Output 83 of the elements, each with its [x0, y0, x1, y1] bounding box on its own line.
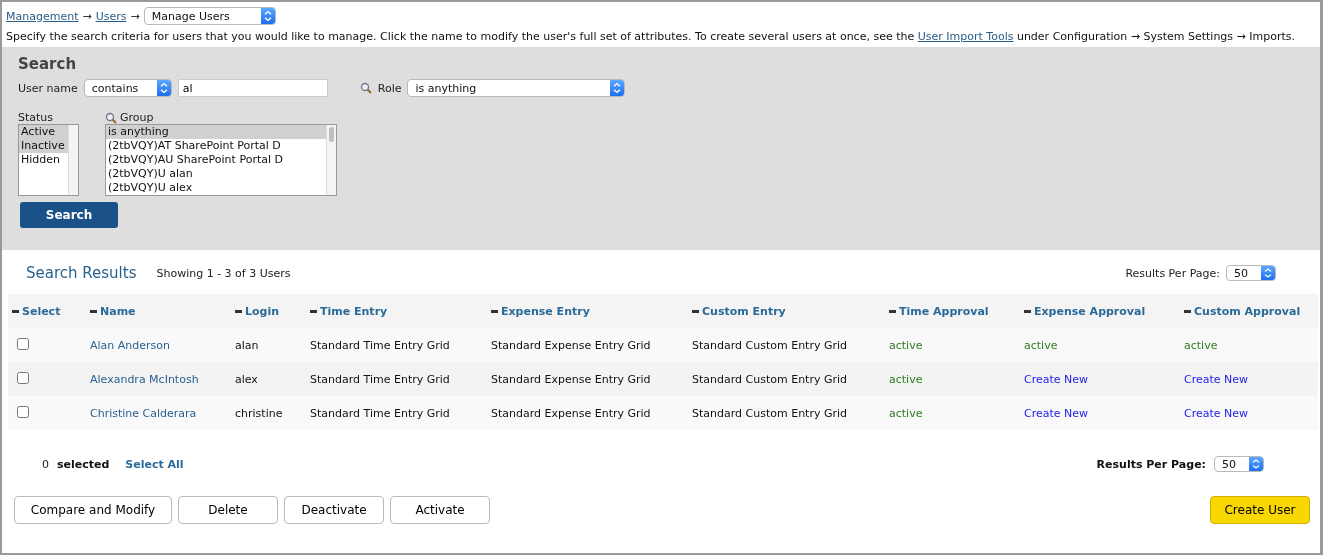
column-header[interactable]: Expense Approval [1020, 294, 1180, 328]
page-select[interactable]: Manage Users [143, 7, 276, 25]
table-cell: Standard Time Entry Grid [310, 406, 450, 420]
breadcrumb-separator: → [130, 9, 140, 23]
status-option[interactable]: Inactive [19, 139, 68, 153]
create-new-link[interactable]: Create New [1024, 372, 1089, 386]
table-cell: Standard Expense Entry Grid [491, 406, 651, 420]
intro-text: Specify the search criteria for users that you would like to manage. Click the name to modify the user's full set of attributes. To create several users at once, see the User Import Tools under Configuration → System Settings → Imports. [5, 29, 1297, 45]
status-option[interactable]: Active [19, 125, 68, 139]
username-field[interactable]: al [177, 79, 328, 97]
status-text: active [889, 338, 923, 352]
column-header[interactable]: Select [8, 294, 86, 328]
per-page-label: Results Per Page: [1096, 457, 1206, 471]
column-header[interactable]: Name [86, 294, 231, 328]
column-header[interactable]: Login [231, 294, 306, 328]
column-header[interactable]: Custom Entry [688, 294, 885, 328]
results-heading: Search Results [26, 264, 137, 282]
per-page-select[interactable]: 50 [1214, 456, 1264, 472]
user-name-link[interactable]: Christine Calderara [90, 406, 197, 420]
table-cell: Standard Expense Entry Grid [491, 338, 651, 352]
table-cell: Standard Custom Entry Grid [692, 372, 848, 386]
status-text: active [1184, 338, 1218, 352]
search-icon [359, 82, 372, 94]
role-select[interactable]: is anything [407, 79, 626, 97]
status-text: active [1024, 338, 1058, 352]
status-text: active [889, 372, 923, 386]
status-text: active [889, 406, 923, 420]
import-tools-link[interactable]: User Import Tools [917, 30, 1014, 43]
username-label: User name [18, 81, 78, 95]
row-checkbox[interactable] [17, 405, 29, 418]
scrollbar[interactable] [68, 125, 78, 195]
role-label: Role [377, 81, 402, 95]
group-option[interactable]: (2tbVQY)AT SharePoint Portal D [106, 139, 326, 153]
status-option[interactable]: Hidden [19, 153, 68, 167]
table-cell: Standard Custom Entry Grid [692, 338, 848, 352]
breadcrumb-link[interactable]: Management [6, 9, 79, 23]
status-label: Status [18, 111, 55, 124]
row-checkbox[interactable] [17, 371, 29, 384]
dropdown-arrow-icon [610, 80, 625, 96]
search-heading: Search [18, 55, 78, 73]
group-option[interactable]: (2tbVQY)U alex [106, 181, 326, 195]
status-listbox[interactable]: Active Inactive Hidden [18, 124, 79, 196]
table-cell: Standard Time Entry Grid [310, 338, 450, 352]
group-listbox[interactable]: is anything (2tbVQY)AT SharePoint Portal D (2tbVQY)AU SharePoint Portal D (2tbVQY)U alan (2tbVQY)U alex [105, 124, 337, 196]
create-new-link[interactable]: Create New [1184, 372, 1249, 386]
group-option[interactable]: (2tbVQY)U alan [106, 167, 326, 181]
search-button[interactable]: Search [20, 202, 118, 228]
select-all-link[interactable]: Select All [125, 457, 184, 471]
group-label: Group [120, 111, 154, 124]
action-button[interactable]: Delete [178, 496, 278, 524]
table-cell: christine [235, 406, 283, 420]
operator-select[interactable]: contains [83, 79, 172, 97]
create-new-link[interactable]: Create New [1184, 406, 1249, 420]
group-option[interactable]: (2tbVQY)AU SharePoint Portal D [106, 153, 326, 167]
breadcrumb-separator: → [82, 9, 92, 23]
column-header[interactable]: Custom Approval [1180, 294, 1318, 328]
scrollbar-thumb[interactable] [329, 127, 334, 142]
column-header[interactable]: Time Entry [306, 294, 487, 328]
create-user-button[interactable]: Create User [1210, 496, 1310, 524]
table-cell: Standard Expense Entry Grid [491, 372, 651, 386]
action-button[interactable]: Deactivate [284, 496, 384, 524]
action-button[interactable]: Compare and Modify [14, 496, 172, 524]
group-option[interactable]: is anything [106, 125, 326, 139]
table-cell: Standard Custom Entry Grid [692, 406, 848, 420]
user-name-link[interactable]: Alan Anderson [90, 338, 170, 352]
column-header[interactable]: Expense Entry [487, 294, 688, 328]
create-new-link[interactable]: Create New [1024, 406, 1089, 420]
selected-label: selected [57, 457, 110, 471]
dropdown-arrow-icon [1249, 457, 1263, 471]
column-header[interactable]: Time Approval [885, 294, 1020, 328]
table-cell: alex [235, 372, 258, 386]
action-button[interactable]: Activate [390, 496, 490, 524]
results-count: Showing 1 - 3 of 3 Users [156, 266, 291, 280]
breadcrumb-link[interactable]: Users [95, 9, 127, 23]
search-icon [105, 111, 117, 124]
table-cell: Standard Time Entry Grid [310, 372, 450, 386]
table-cell: alan [235, 338, 259, 352]
per-page-select[interactable]: 50 [1226, 265, 1276, 281]
selected-count: 0 [42, 457, 49, 471]
user-name-link[interactable]: Alexandra McIntosh [90, 372, 199, 386]
per-page-label: Results Per Page: [1125, 266, 1220, 280]
dropdown-arrow-icon [1261, 266, 1275, 280]
row-checkbox[interactable] [17, 337, 29, 350]
